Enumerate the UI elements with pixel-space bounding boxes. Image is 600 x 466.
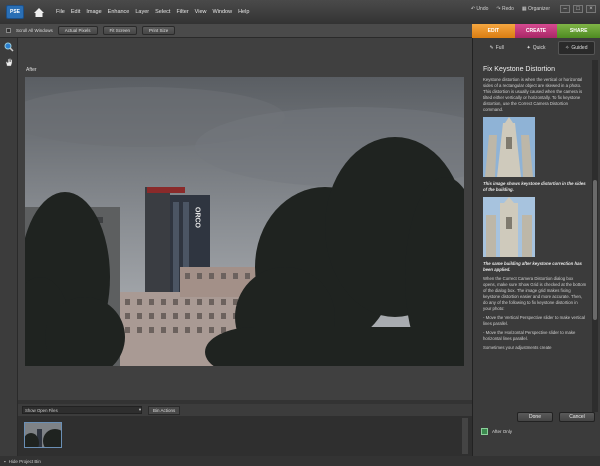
- menu-bar: PSE File Edit Image Enhance Layer Select…: [0, 0, 600, 24]
- building-sign: ORCO: [194, 207, 201, 229]
- corrected-building-photo: [483, 197, 535, 257]
- guide-scrollbar[interactable]: [592, 60, 598, 412]
- bin-actions-button[interactable]: Bin Actions: [148, 405, 181, 415]
- close-button[interactable]: ×: [586, 5, 596, 13]
- main-menu: File Edit Image Enhance Layer Select Fil…: [56, 9, 249, 15]
- menu-enhance[interactable]: Enhance: [108, 9, 130, 15]
- mode-guided-button[interactable]: ✧ Guided: [557, 41, 595, 55]
- menu-edit[interactable]: Edit: [71, 9, 80, 15]
- church-before-image: [483, 117, 535, 177]
- mode-quick-button[interactable]: ✦ Quick: [518, 41, 553, 55]
- tab-create[interactable]: CREATE: [514, 24, 558, 38]
- actual-pixels-button[interactable]: Actual Pixels: [57, 26, 98, 35]
- quick-fix-icon: ✦: [526, 45, 531, 51]
- open-file-thumbnail[interactable]: [24, 422, 62, 448]
- mode-guided-label: Guided: [571, 45, 588, 51]
- bin-files-select[interactable]: Show Open Files ▾: [22, 406, 142, 414]
- guide-step-horizontal: - Move the Horizontal Perspective slider…: [483, 330, 576, 341]
- mode-quick-label: Quick: [532, 45, 546, 51]
- guide-body: When the Correct Camera Distortion dialo…: [483, 276, 587, 311]
- tool-options-bar: Scroll All Windows Actual Pixels Fit Scr…: [0, 24, 472, 38]
- organizer-button[interactable]: ▦ Organizer: [522, 6, 550, 12]
- guided-edit-icon: ✧: [565, 45, 570, 51]
- home-button[interactable]: [32, 5, 46, 19]
- menu-layer[interactable]: Layer: [135, 9, 149, 15]
- guide-content: Fix Keystone Distortion Keystone distort…: [479, 60, 591, 412]
- mode-full-label: Full: [495, 45, 504, 51]
- menu-window[interactable]: Window: [213, 9, 233, 15]
- menu-filter[interactable]: Filter: [176, 9, 188, 15]
- caption-before: This image shows keystone distortion in …: [483, 181, 586, 192]
- hide-bin-icon[interactable]: ▪: [4, 459, 6, 464]
- full-edit-icon: ✎: [489, 45, 494, 51]
- menu-file[interactable]: File: [56, 9, 65, 15]
- photoshop-elements-window: PSE File Edit Image Enhance Layer Select…: [0, 0, 600, 466]
- menu-image[interactable]: Image: [86, 9, 101, 15]
- tab-share[interactable]: SHARE: [557, 24, 600, 38]
- menu-view[interactable]: View: [195, 9, 207, 15]
- scroll-all-windows-label: Scroll All Windows: [16, 28, 53, 33]
- maximize-button[interactable]: □: [573, 5, 583, 13]
- edit-mode-switcher: ✎ Full ✦ Quick ✧ Guided: [479, 41, 595, 55]
- view-mode[interactable]: After Only: [481, 428, 512, 435]
- toolbox: [0, 38, 18, 456]
- tab-edit[interactable]: EDIT: [472, 24, 515, 38]
- church-after-image: [483, 197, 535, 257]
- mode-full-button[interactable]: ✎ Full: [479, 41, 514, 55]
- menu-select[interactable]: Select: [155, 9, 170, 15]
- zoom-icon: [4, 42, 14, 52]
- cancel-button[interactable]: Cancel: [559, 412, 595, 422]
- history-tools: ↶ Undo ↷ Redo ▦ Organizer: [471, 6, 550, 12]
- bin-files-select-value: Show Open Files: [25, 407, 58, 413]
- window-controls: – □ ×: [560, 5, 596, 13]
- chevron-down-icon: ▾: [138, 407, 141, 412]
- app-logo: PSE: [6, 5, 24, 19]
- thumbnail-image: [25, 423, 61, 447]
- zoom-tool[interactable]: [3, 41, 15, 53]
- print-size-button[interactable]: Print Size: [142, 26, 176, 35]
- city-photo: ORCO: [25, 77, 464, 366]
- fit-screen-button[interactable]: Fit Screen: [102, 26, 138, 35]
- undo-button[interactable]: ↶ Undo: [471, 6, 489, 12]
- hand-tool[interactable]: [3, 56, 15, 68]
- after-only-label: After Only: [492, 429, 513, 434]
- redo-button[interactable]: ↷ Redo: [496, 6, 514, 12]
- minimize-button[interactable]: –: [560, 5, 570, 13]
- guide-title: Fix Keystone Distortion: [483, 66, 555, 73]
- photo-canvas[interactable]: ORCO: [25, 77, 464, 366]
- guided-edit-panel: ✎ Full ✦ Quick ✧ Guided Fix Keystone Dis…: [472, 38, 600, 456]
- done-button[interactable]: Done: [517, 412, 553, 422]
- caption-after: The same building after keystone correct…: [483, 261, 582, 272]
- project-bin: [18, 416, 472, 456]
- guide-step-vertical: - Move the Vertical Perspective slider t…: [483, 315, 585, 326]
- home-icon: [34, 7, 44, 17]
- document-title: After: [26, 67, 37, 73]
- guide-intro: Keystone distortion is when the vertical…: [483, 77, 583, 112]
- menu-help[interactable]: Help: [238, 9, 249, 15]
- project-bin-header: Show Open Files ▾ Bin Actions: [18, 404, 472, 416]
- hide-project-bin-button[interactable]: Hide Project Bin: [9, 459, 41, 464]
- guide-actions: Done Cancel: [517, 412, 595, 422]
- status-bar: ▪ Hide Project Bin: [0, 456, 600, 466]
- guide-scroll-thumb[interactable]: [593, 180, 597, 320]
- distorted-building-photo: [483, 117, 535, 177]
- workspace-tabs: EDIT CREATE SHARE: [472, 24, 600, 38]
- guide-more: Sometimes your adjustments create: [483, 345, 552, 350]
- document-area: After ORCO: [18, 38, 472, 406]
- after-only-icon: [481, 428, 488, 435]
- hand-icon: [5, 58, 12, 67]
- bin-scrollbar[interactable]: [462, 418, 468, 454]
- scroll-all-windows-checkbox[interactable]: [6, 28, 11, 33]
